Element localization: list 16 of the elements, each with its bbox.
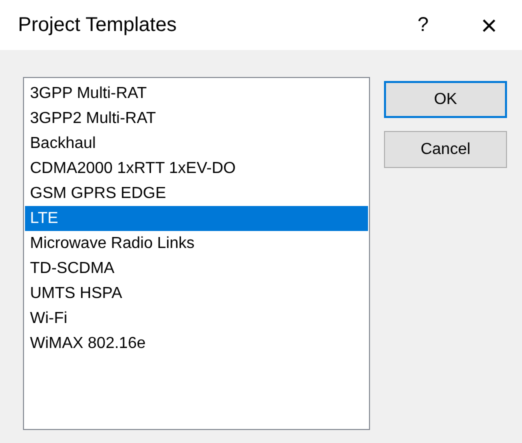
list-item[interactable]: UMTS HSPA <box>25 281 368 306</box>
window-title: Project Templates <box>18 13 177 38</box>
list-item[interactable]: WiMAX 802.16e <box>25 331 368 356</box>
dialog-button[interactable]: OK <box>384 81 507 118</box>
list-item[interactable]: CDMA2000 1xRTT 1xEV-DO <box>25 156 368 181</box>
list-item[interactable]: TD-SCDMA <box>25 256 368 281</box>
list-item[interactable]: Microwave Radio Links <box>25 231 368 256</box>
close-button[interactable]: × <box>466 5 512 45</box>
dialog-button[interactable]: Cancel <box>384 131 507 168</box>
list-item[interactable]: 3GPP2 Multi-RAT <box>25 106 368 131</box>
list-item[interactable]: 3GPP Multi-RAT <box>25 81 368 106</box>
list-item[interactable]: Wi-Fi <box>25 306 368 331</box>
list-item[interactable]: GSM GPRS EDGE <box>25 181 368 206</box>
list-item[interactable]: LTE <box>25 206 368 231</box>
help-button[interactable]: ? <box>400 5 446 45</box>
list-item[interactable]: Backhaul <box>25 131 368 156</box>
